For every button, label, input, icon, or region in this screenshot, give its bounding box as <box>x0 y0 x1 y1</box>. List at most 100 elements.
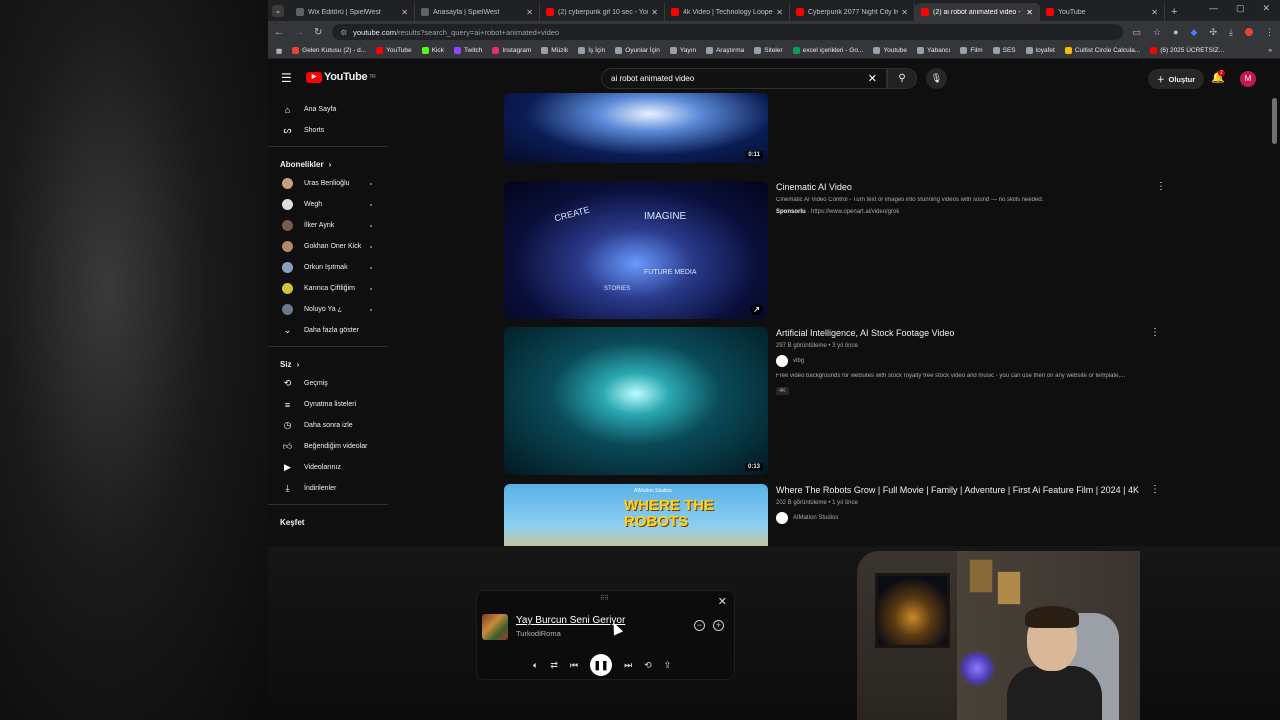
apps-grid-icon[interactable]: ▦ <box>276 47 282 55</box>
repeat-icon[interactable]: ⟲ <box>644 660 652 671</box>
bookmark-item[interactable]: Twitch <box>453 47 482 54</box>
close-tab-icon[interactable]: ✕ <box>1151 8 1158 17</box>
video-title[interactable]: Cinematic AI Video <box>776 181 1156 194</box>
browser-tab[interactable]: YouTube ✕ <box>1040 3 1165 21</box>
bookmark-item[interactable]: Yabancı <box>916 47 950 54</box>
bookmark-item[interactable]: Gelen Kutusu (2) - d... <box>292 47 366 54</box>
close-player-icon[interactable]: ✕ <box>718 595 727 608</box>
remove-icon[interactable]: − <box>694 620 705 631</box>
shuffle-icon[interactable]: ⇄ <box>550 660 558 671</box>
next-icon[interactable]: ⏭︎ <box>624 660 632 671</box>
sponsor-url[interactable]: https://www.openart.ai/video/grok <box>811 209 899 215</box>
extension-shield-icon[interactable]: ◆ <box>1191 27 1198 38</box>
bookmark-item[interactable]: Film <box>960 47 983 54</box>
tab-search-button[interactable]: ⌄ <box>272 5 284 17</box>
search-input[interactable]: ai robot animated video ✕ <box>601 68 887 89</box>
downloads-icon[interactable]: ⤓ <box>1229 27 1233 38</box>
minimize-icon[interactable]: — <box>1209 3 1218 14</box>
bookmark-item[interactable]: Instagram <box>492 47 531 54</box>
channel-link[interactable]: vibg <box>776 355 1156 367</box>
sidebar-item[interactable]: ⤓ İndirilenler <box>268 478 388 499</box>
bookmark-item[interactable]: excel içerikleri - Go... <box>792 47 863 54</box>
browser-tab[interactable]: (2) ai robot animated video - Yo ✕ <box>915 3 1040 21</box>
bookmarks-overflow-icon[interactable]: » <box>1268 47 1272 54</box>
address-bar[interactable]: ⚙ youtube.com/results?search_query=ai+ro… <box>332 24 1123 40</box>
reload-icon[interactable]: ↻ <box>314 27 322 38</box>
new-tab-button[interactable]: + <box>1171 6 1177 18</box>
browser-menu-icon[interactable]: ⋮ <box>1265 27 1274 38</box>
subscriptions-header[interactable]: Abonelikler › <box>268 152 388 173</box>
you-header[interactable]: Siz › <box>268 352 388 373</box>
share-icon[interactable]: ⇪ <box>664 660 672 671</box>
close-window-icon[interactable]: ✕ <box>1262 3 1270 14</box>
sidebar-subscription[interactable]: Gokhan Oner Kick <box>268 236 388 257</box>
extensions-icon[interactable]: ✣ <box>1209 27 1217 38</box>
account-avatar[interactable]: M <box>1240 71 1256 87</box>
sidebar-item[interactable]: ⟲ Geçmiş <box>268 373 388 394</box>
bookmark-star-icon[interactable]: ☆ <box>1153 27 1161 38</box>
volume-icon[interactable]: 🔈︎ <box>533 660 538 671</box>
video-thumbnail[interactable]: CREATE IMAGINE FUTURE MEDIA STORIES ↗ <box>504 181 768 319</box>
close-tab-icon[interactable]: ✕ <box>901 8 908 17</box>
sidebar-subscription[interactable]: İlker Aynk <box>268 215 388 236</box>
youtube-logo[interactable]: ▶ YouTube TR <box>306 71 376 83</box>
sidebar-subscription[interactable]: Noluyo Ya ¿ <box>268 299 388 320</box>
artist-name[interactable]: TurkodiRoma <box>516 629 561 638</box>
site-info-icon[interactable]: ⚙ <box>340 28 347 37</box>
add-icon[interactable]: + <box>713 620 724 631</box>
browser-tab[interactable]: (2) cyberpunk gif 10 sec - YouT ✕ <box>540 3 665 21</box>
bookmark-item[interactable]: Youtube <box>873 47 907 54</box>
close-tab-icon[interactable]: ✕ <box>776 8 783 17</box>
more-options-icon[interactable]: ⋮ <box>1150 484 1160 495</box>
cast-icon[interactable]: ▭ <box>1133 27 1142 38</box>
extension-dot-icon[interactable]: ● <box>1173 27 1178 37</box>
sidebar-subscription[interactable]: Orkun Işıtmak <box>268 257 388 278</box>
video-title[interactable]: Where The Robots Grow | Full Movie | Fam… <box>776 484 1146 497</box>
browser-tab[interactable]: Wix Editörü | SpielWest ✕ <box>290 3 415 21</box>
close-tab-icon[interactable]: ✕ <box>1026 8 1033 17</box>
profile-icon[interactable] <box>1245 28 1253 36</box>
close-tab-icon[interactable]: ✕ <box>651 8 658 17</box>
bookmark-item[interactable]: Müzik <box>541 47 568 54</box>
more-options-icon[interactable]: ⋮ <box>1150 327 1160 338</box>
browser-tab[interactable]: Anasayfa | SpielWest ✕ <box>415 3 540 21</box>
sidebar-item[interactable]: ◷ Daha sonra izle <box>268 415 388 436</box>
bookmark-item[interactable]: Araştırma <box>706 47 744 54</box>
video-title[interactable]: Artificial Intelligence, AI Stock Footag… <box>776 327 1156 340</box>
browser-tab[interactable]: Cyberpunk 2077 Night City live ✕ <box>790 3 915 21</box>
bookmark-item[interactable]: SES <box>992 47 1016 54</box>
sidebar-item[interactable]: 👍︎ Beğendiğim videolar <box>268 436 388 457</box>
pause-button[interactable]: ❚❚ <box>590 654 613 676</box>
more-options-icon[interactable]: ⋮ <box>1156 181 1166 192</box>
scrollbar[interactable] <box>1272 98 1277 144</box>
sidebar-subscription[interactable]: Uras Benlioğlu <box>268 173 388 194</box>
sidebar-subscription[interactable]: Wegh <box>268 194 388 215</box>
bookmark-item[interactable]: (6) 2025 ÜCRETSİZ... <box>1150 47 1224 54</box>
drag-handle-icon[interactable]: ⠿⠿ <box>600 595 609 602</box>
bookmark-item[interactable]: Yayın <box>669 47 696 54</box>
search-button[interactable]: ⚲ <box>887 68 917 89</box>
close-tab-icon[interactable]: ✕ <box>401 8 408 17</box>
sidebar-item[interactable]: ≡ Oynatma listeleri <box>268 394 388 415</box>
hamburger-menu-icon[interactable]: ☰ <box>281 71 292 85</box>
close-tab-icon[interactable]: ✕ <box>526 8 533 17</box>
bookmark-item[interactable]: İş İçin <box>578 47 605 54</box>
create-button[interactable]: ＋ Oluştur <box>1148 69 1205 89</box>
bookmark-item[interactable]: Oyunlar İçin <box>615 47 660 54</box>
maximize-icon[interactable]: ▢ <box>1236 3 1245 14</box>
video-thumbnail[interactable]: 0:11 <box>504 93 768 163</box>
clear-search-icon[interactable]: ✕ <box>868 72 877 85</box>
channel-link[interactable]: AIMation Studios <box>776 512 1146 524</box>
bookmark-item[interactable]: Siteler <box>754 47 783 54</box>
sidebar-item[interactable]: ▶ Videolarınız <box>268 457 388 478</box>
video-thumbnail[interactable]: 0:13 <box>504 327 768 475</box>
back-icon[interactable]: ← <box>274 27 284 38</box>
browser-tab[interactable]: 4k Video | Technology Looped ✕ <box>665 3 790 21</box>
bookmark-item[interactable]: YouTube <box>376 47 412 54</box>
previous-icon[interactable]: ⏮︎ <box>570 660 578 671</box>
voice-search-button[interactable]: 🎙 <box>926 68 947 89</box>
bookmark-item[interactable]: Cultist Circle Calcula... <box>1064 47 1140 54</box>
bookmark-item[interactable]: Kick <box>421 47 444 54</box>
bookmark-item[interactable]: loyafet <box>1025 47 1055 54</box>
sidebar-subscription[interactable]: Karınca Çiftliğim <box>268 278 388 299</box>
